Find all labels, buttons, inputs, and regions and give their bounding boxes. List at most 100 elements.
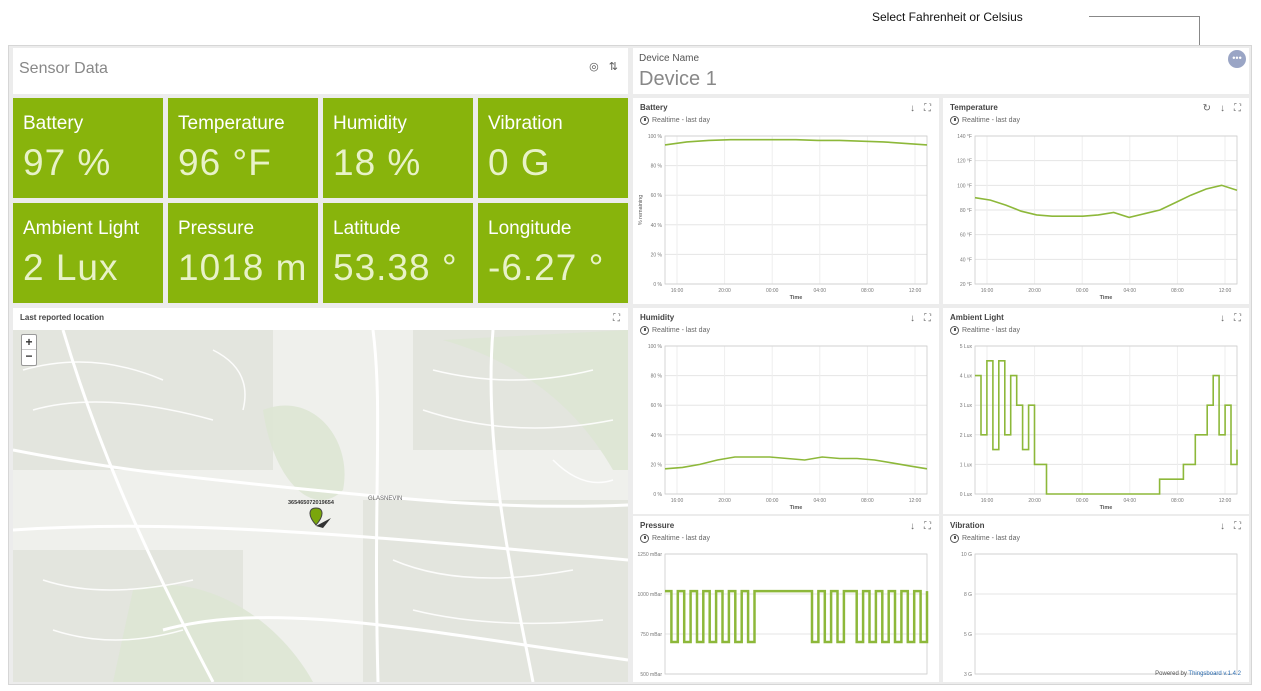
tile-vibration: Vibration 0 G [478,98,628,198]
page-title: Sensor Data [19,60,108,77]
map-marker-icon [309,507,323,526]
device-value[interactable]: Device 1 [639,68,717,91]
chart-plot-ambient: 0 Lux 1 Lux 2 Lux 3 Lux 4 Lux 5 Lux 16:00 20:00… [960,344,1238,511]
fullscreen-icon[interactable]: ⛶ [924,313,931,324]
tile-ambient-light: Ambient Light 2 Lux [13,203,163,303]
timewindow-button[interactable]: Realtime - last day [950,116,1020,125]
fullscreen-icon[interactable]: ⛶ [613,313,620,324]
x-tick-label: 12:00 [1219,288,1232,294]
map-icons: ⛶ [613,313,620,324]
timewindow-label: Realtime - last day [652,327,710,334]
x-tick-label: 04:00 [1124,288,1137,294]
series-line-battery [664,138,928,146]
chart-plot-temperature: 20 °F 40 °F 60 °F 80 °F 100 °F 120 °F 140 °F 16… [957,134,1238,301]
clock-icon [950,534,959,543]
tile-value: -6.27 ° [488,247,605,288]
chart-title: Ambient Light [950,313,1004,322]
x-axis-label: Time [1100,505,1113,511]
more-icon[interactable]: ••• [1228,50,1246,68]
y-tick-label: 60 % [651,193,663,199]
y-tick-label: 0 % [653,492,662,498]
chart-title: Vibration [950,521,985,530]
x-tick-label: 16:00 [671,288,684,294]
x-tick-label: 08:00 [1171,288,1184,294]
map-view[interactable]: 365465072019654 GLASNEVIN [13,330,628,682]
fullscreen-icon[interactable]: ⛶ [924,521,931,532]
callout-label: Select Fahrenheit or Celsius [872,10,1023,24]
y-tick-label: 5 Lux [960,344,973,350]
clock-icon [950,116,959,125]
x-tick-label: 00:00 [766,288,779,294]
fullscreen-icon[interactable]: ⛶ [1234,521,1241,532]
chart-panel-humidity: Humidity Realtime - last day ↓ ⛶ 0 % 20 % 40 %… [633,308,939,514]
zoom-out-button[interactable]: − [22,350,36,365]
y-tick-label: 100 % [648,134,663,140]
y-tick-label: 80 % [651,374,663,380]
x-tick-label: 00:00 [1076,498,1089,504]
x-tick-label: 20:00 [718,288,731,294]
timewindow-button[interactable]: Realtime - last day [640,534,710,543]
download-icon[interactable]: ↓ [1220,521,1225,532]
sensor-data-header: Sensor Data ◎ ⇅ [13,48,628,94]
clock-icon [640,116,649,125]
download-icon[interactable]: ↓ [910,521,915,532]
download-icon[interactable]: ↓ [910,313,915,324]
timewindow-button[interactable]: Realtime - last day [640,116,710,125]
timewindow-button[interactable]: Realtime - last day [950,534,1020,543]
fullscreen-icon[interactable]: ⛶ [1234,103,1241,114]
clock-icon [640,534,649,543]
x-tick-label: 04:00 [1124,498,1137,504]
powered-by-link[interactable]: Thingsboard v.1.4.2 [1188,671,1241,677]
tile-longitude: Longitude -6.27 ° [478,203,628,303]
tile-value: 2 Lux [23,247,119,288]
x-tick-label: 12:00 [909,288,922,294]
timewindow-button[interactable]: Realtime - last day [640,326,710,335]
x-axis-label: Time [1100,295,1113,301]
plot-frame [974,345,1238,495]
chart-panel-temperature: Temperature Realtime - last day ↻ ↓ ⛶ 20 °F 40… [943,98,1249,304]
y-tick-label: 100 °F [957,183,972,189]
y-tick-label: 1 Lux [960,462,973,468]
tile-label: Latitude [333,218,401,239]
timewindow-button[interactable]: Realtime - last day [950,326,1020,335]
tile-label: Temperature [178,113,285,134]
tile-value: 1018 m [178,247,308,288]
fullscreen-icon[interactable]: ⛶ [924,103,931,114]
clock-icon [950,326,959,335]
x-tick-label: 20:00 [1028,498,1041,504]
timewindow-label: Realtime - last day [652,535,710,542]
download-icon[interactable]: ↓ [910,103,915,114]
swap-icon[interactable]: ⇅ [609,60,618,73]
y-tick-label: 1250 mBar [638,552,663,558]
timewindow-label: Realtime - last day [962,327,1020,334]
tile-value: 96 °F [178,142,272,183]
y-tick-label: 20 % [651,252,663,258]
tile-latitude: Latitude 53.38 ° [323,203,473,303]
x-axis-label: Time [790,295,803,301]
y-tick-label: 80 °F [960,208,972,214]
chart-plot-pressure: 500 mBar 750 mBar 1000 mBar 1250 mBar [638,552,929,678]
chart-toolbar: ↓ ⛶ [1220,521,1241,532]
x-tick-label: 12:00 [1219,498,1232,504]
locate-icon[interactable]: ◎ [589,60,599,73]
powered-by: Powered by Thingsboard v.1.4.2 [1155,671,1241,677]
x-axis-label: Time [790,505,803,511]
tile-value: 0 G [488,142,551,183]
x-tick-label: 12:00 [909,498,922,504]
y-tick-label: 140 °F [957,134,972,140]
tile-value: 97 % [23,142,112,183]
fullscreen-icon[interactable]: ⛶ [1234,313,1241,324]
x-tick-label: 04:00 [814,498,827,504]
y-tick-label: 0 % [653,282,662,288]
x-tick-label: 16:00 [981,288,994,294]
tile-value: 53.38 ° [333,247,458,288]
series-line-ambient [975,360,1238,495]
download-icon[interactable]: ↓ [1220,313,1225,324]
tile-label: Humidity [333,113,407,134]
download-icon[interactable]: ↓ [1220,103,1225,114]
refresh-icon[interactable]: ↻ [1203,103,1211,114]
device-label: Device Name [639,53,700,64]
zoom-in-button[interactable]: + [22,335,36,350]
map-marker-label: 365465072019654 [288,500,335,506]
y-tick-label: 8 G [964,592,972,598]
